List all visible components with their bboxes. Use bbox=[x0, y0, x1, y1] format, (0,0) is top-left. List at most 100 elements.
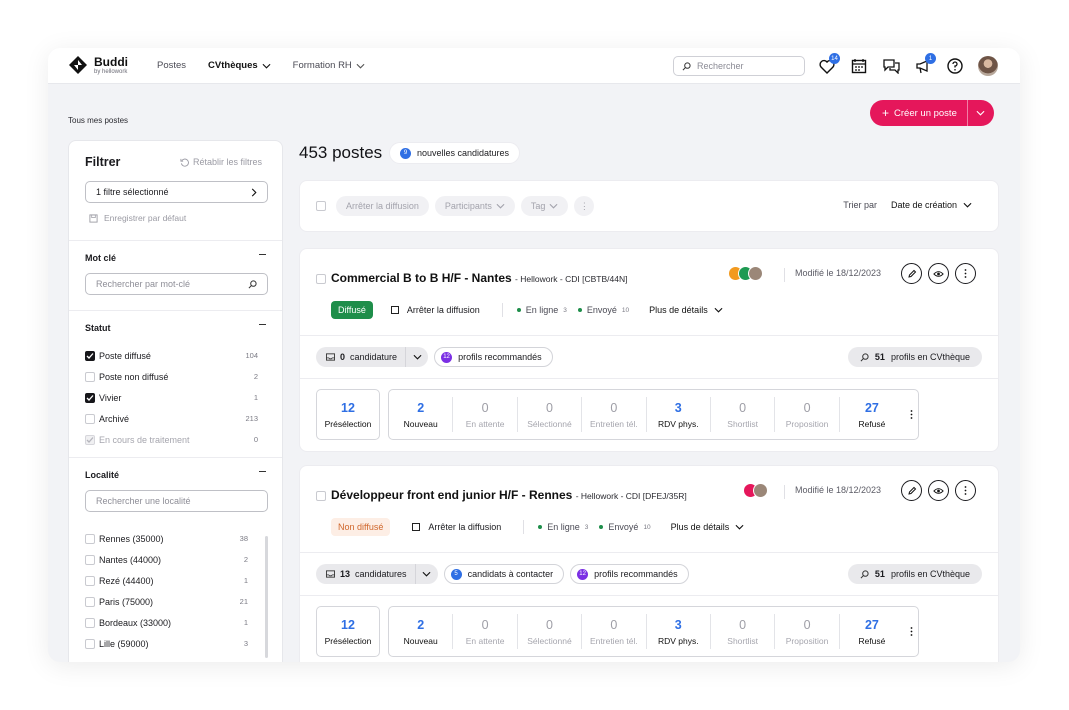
select-all-checkbox[interactable] bbox=[316, 201, 326, 211]
view-button[interactable] bbox=[928, 480, 949, 501]
candidates-to-contact-pill[interactable]: 5 candidats à contacter bbox=[443, 564, 565, 584]
checkbox[interactable] bbox=[85, 371, 95, 382]
job-title[interactable]: Développeur front end junior H/F - Renne… bbox=[331, 488, 687, 502]
pencil-icon bbox=[907, 486, 916, 495]
new-applications-pill[interactable]: 9 nouvelles candidatures bbox=[389, 142, 521, 164]
stage-entretien-tel[interactable]: 0 Entretien tél. bbox=[582, 614, 647, 649]
locality-scrollbar[interactable] bbox=[265, 536, 268, 658]
checkbox[interactable] bbox=[85, 413, 95, 424]
collapse-icon[interactable] bbox=[259, 324, 266, 325]
stage-nouveau[interactable]: 2 Nouveau bbox=[389, 397, 454, 432]
preselection-stage[interactable]: 12 Présélection bbox=[316, 606, 380, 657]
locality-item[interactable]: Nantes (44000) 2 bbox=[85, 549, 266, 570]
favorites-button[interactable]: 14 bbox=[818, 53, 840, 75]
search-input[interactable]: Rechercher bbox=[673, 56, 805, 76]
create-job-button[interactable]: + Créer un poste bbox=[870, 100, 994, 126]
stage-selectionne[interactable]: 0 Sélectionné bbox=[518, 397, 583, 432]
stage-shortlist[interactable]: 0 Shortlist bbox=[711, 614, 776, 649]
details-toggle[interactable]: Plus de détails bbox=[649, 305, 723, 315]
stage-en-attente[interactable]: 0 En attente bbox=[453, 614, 518, 649]
more-button[interactable] bbox=[955, 263, 976, 284]
candidates-button[interactable]: 13 candidatures bbox=[316, 564, 438, 584]
candidates-dropdown[interactable] bbox=[406, 354, 428, 360]
candidates-dropdown[interactable] bbox=[416, 571, 438, 577]
participants-avatars[interactable] bbox=[743, 483, 768, 498]
more-button[interactable] bbox=[955, 480, 976, 501]
recommended-profiles-pill[interactable]: 12 profils recommandés bbox=[434, 347, 553, 367]
sort-select[interactable]: Date de création bbox=[891, 200, 972, 210]
keyword-input[interactable]: Rechercher par mot-clé bbox=[85, 273, 268, 295]
preselection-stage[interactable]: 12 Présélection bbox=[316, 389, 380, 440]
messages-button[interactable] bbox=[882, 57, 900, 75]
locality-input[interactable]: Rechercher une localité bbox=[85, 490, 268, 512]
user-avatar[interactable] bbox=[978, 56, 998, 76]
locality-item[interactable]: Lille (59000) 3 bbox=[85, 633, 266, 654]
stage-refuse[interactable]: 27 Refusé bbox=[840, 614, 904, 649]
participants-avatars[interactable] bbox=[728, 266, 763, 281]
participants-chip[interactable]: Participants bbox=[434, 196, 515, 216]
stop-diffusion-chip[interactable]: Arrêter la diffusion bbox=[336, 196, 429, 216]
edit-button[interactable] bbox=[901, 263, 922, 284]
stage-refuse[interactable]: 27 Refusé bbox=[840, 397, 904, 432]
locality-item[interactable]: Rennes (35000) 38 bbox=[85, 528, 266, 549]
tag-chip[interactable]: Tag bbox=[520, 196, 569, 216]
stage-selectionne[interactable]: 0 Sélectionné bbox=[518, 614, 583, 649]
nav-postes[interactable]: Postes bbox=[157, 60, 186, 71]
status-item[interactable]: Poste diffusé 104 bbox=[85, 345, 266, 366]
edit-button[interactable] bbox=[901, 480, 922, 501]
create-job-main[interactable]: + Créer un poste bbox=[870, 100, 968, 126]
candidates-button[interactable]: 0 candidature bbox=[316, 347, 429, 367]
announcements-button[interactable]: 1 bbox=[914, 53, 936, 75]
locality-item[interactable]: Bordeaux (33000) 1 bbox=[85, 612, 266, 633]
pipeline-more-button[interactable] bbox=[904, 627, 918, 636]
candidates-main[interactable]: 0 candidature bbox=[316, 347, 407, 367]
stage-rdv-phys[interactable]: 3 RDV phys. bbox=[647, 614, 711, 649]
job-checkbox[interactable] bbox=[316, 274, 326, 284]
stage-entretien-tel[interactable]: 0 Entretien tél. bbox=[582, 397, 647, 432]
status-item[interactable]: Poste non diffusé 2 bbox=[85, 366, 266, 387]
stop-diffusion-button[interactable]: Arrêter la diffusion bbox=[390, 305, 480, 315]
job-checkbox[interactable] bbox=[316, 491, 326, 501]
logo[interactable]: Buddi by hellowork bbox=[68, 55, 128, 75]
collapse-icon[interactable] bbox=[259, 254, 266, 255]
checkbox[interactable] bbox=[85, 596, 95, 607]
status-item[interactable]: Archivé 213 bbox=[85, 408, 266, 429]
reset-filters-button[interactable]: Rétablir les filtres bbox=[180, 157, 262, 167]
stage-shortlist[interactable]: 0 Shortlist bbox=[711, 397, 776, 432]
calendar-button[interactable] bbox=[850, 57, 868, 75]
nav-formation-rh[interactable]: Formation RH bbox=[293, 60, 365, 71]
stage-en-attente[interactable]: 0 En attente bbox=[453, 397, 518, 432]
locality-item[interactable]: Rezé (44400) 1 bbox=[85, 570, 266, 591]
locality-item[interactable]: Paris (75000) 21 bbox=[85, 591, 266, 612]
chevron-down-icon bbox=[413, 354, 422, 360]
cvtheque-profiles-pill[interactable]: 51 profils en CVthèque bbox=[847, 564, 982, 584]
stage-nouveau[interactable]: 2 Nouveau bbox=[389, 614, 454, 649]
status-item[interactable]: Vivier 1 bbox=[85, 387, 266, 408]
stage-rdv-phys[interactable]: 3 RDV phys. bbox=[647, 397, 711, 432]
checkbox-checked[interactable] bbox=[85, 350, 95, 361]
checkbox[interactable] bbox=[85, 638, 95, 649]
job-title[interactable]: Commercial B to B H/F - Nantes - Hellowo… bbox=[331, 271, 627, 285]
collapse-icon[interactable] bbox=[259, 471, 266, 472]
stage-proposition[interactable]: 0 Proposition bbox=[775, 397, 840, 432]
view-button[interactable] bbox=[928, 263, 949, 284]
breadcrumb[interactable]: Tous mes postes bbox=[68, 116, 128, 125]
recommended-profiles-pill[interactable]: 12 profils recommandés bbox=[570, 564, 689, 584]
stop-diffusion-button[interactable]: Arrêter la diffusion bbox=[412, 522, 501, 532]
candidates-main[interactable]: 13 candidatures bbox=[316, 564, 416, 584]
checkbox-checked[interactable] bbox=[85, 392, 95, 403]
pipeline-more-button[interactable] bbox=[904, 410, 918, 419]
create-job-dropdown[interactable] bbox=[968, 100, 994, 126]
details-toggle[interactable]: Plus de détails bbox=[671, 522, 745, 532]
checkbox[interactable] bbox=[85, 575, 95, 586]
cvtheque-profiles-pill[interactable]: 51 profils en CVthèque bbox=[847, 347, 982, 367]
checkbox[interactable] bbox=[85, 533, 95, 544]
checkbox[interactable] bbox=[85, 554, 95, 565]
checkbox[interactable] bbox=[85, 617, 95, 628]
stage-proposition[interactable]: 0 Proposition bbox=[775, 614, 840, 649]
more-actions-chip[interactable]: ⋮ bbox=[574, 196, 595, 216]
save-default-button[interactable]: Enregistrer par défaut bbox=[85, 213, 266, 223]
selected-filters-select[interactable]: 1 filtre sélectionné bbox=[85, 181, 268, 203]
nav-cvtheques[interactable]: CVthèques bbox=[208, 60, 271, 71]
help-button[interactable] bbox=[946, 57, 964, 75]
